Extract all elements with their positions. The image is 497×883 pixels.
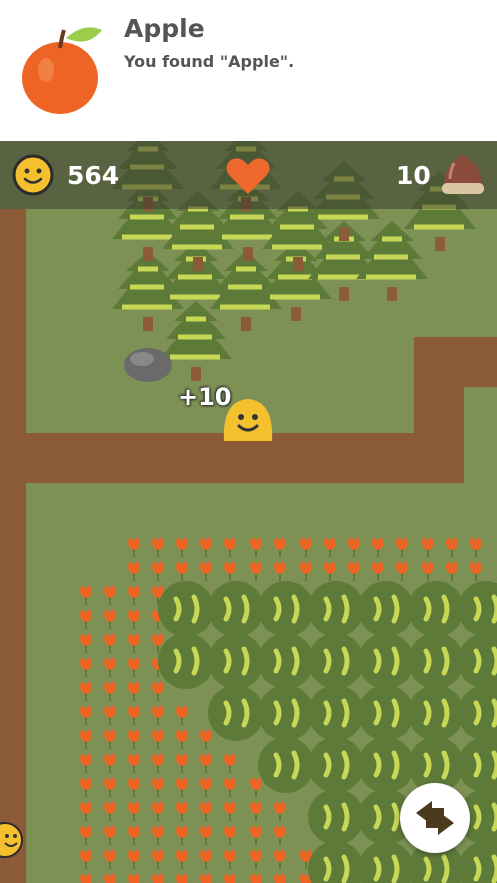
npc-smiley-icon[interactable] bbox=[0, 821, 24, 859]
chestnut-icon bbox=[442, 155, 484, 194]
found-notification: Apple You found "Apple". bbox=[0, 0, 497, 141]
coin-smiley-icon bbox=[12, 154, 54, 196]
coin-count: 564 bbox=[67, 161, 120, 190]
nut-count: 10 bbox=[396, 161, 431, 190]
game-map bbox=[0, 141, 497, 883]
hud-bar: 564 10 bbox=[0, 141, 497, 209]
swap-button[interactable] bbox=[400, 783, 470, 853]
apple-icon bbox=[22, 27, 102, 114]
heart-icon[interactable] bbox=[225, 156, 271, 196]
swap-arrows-icon bbox=[416, 801, 454, 835]
player-smiley-icon bbox=[223, 399, 273, 441]
notification-title: Apple bbox=[124, 14, 205, 43]
notification-message: You found "Apple". bbox=[124, 52, 295, 71]
game-view[interactable]: +10 564 10 bbox=[0, 141, 497, 883]
